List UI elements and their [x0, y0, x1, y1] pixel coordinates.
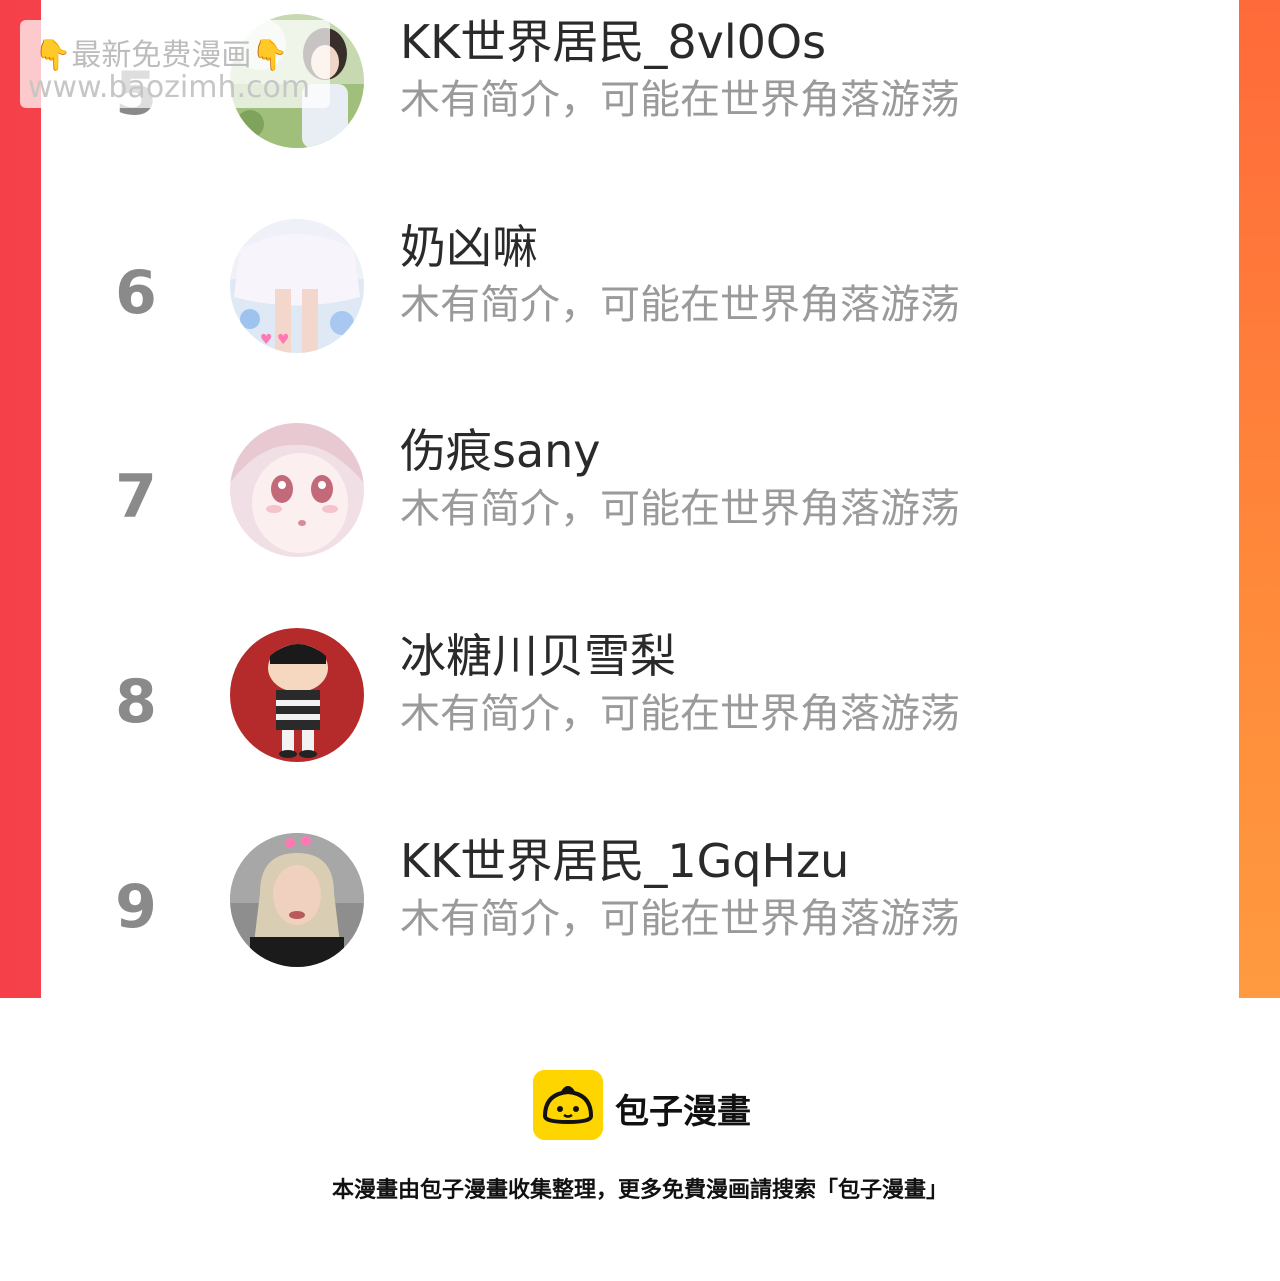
rank-number: 9	[115, 872, 157, 942]
frame-right-glow	[1238, 0, 1280, 998]
user-name[interactable]: KK世界居民_8vl0Os	[400, 12, 826, 72]
footer-note: 本漫畫由包子漫畫收集整理，更多免費漫画請搜索「包子漫畫」	[331, 1178, 948, 1203]
user-avatar[interactable]	[230, 423, 364, 557]
brand-block[interactable]: 包子漫畫	[533, 1070, 793, 1140]
user-avatar[interactable]: ♥ ♥	[230, 219, 364, 353]
rank-number: 7	[115, 462, 157, 532]
user-name[interactable]: 伤痕sany	[400, 421, 601, 481]
ranking-row[interactable]: 8 冰糖川贝雪梨 木有简介，可能在世界角落游荡	[41, 628, 1239, 778]
user-name[interactable]: 奶凶嘛	[400, 217, 538, 277]
user-bio: 木有简介，可能在世界角落游荡	[400, 77, 960, 123]
user-name[interactable]: KK世界居民_1GqHzu	[400, 831, 849, 891]
watermark-title: 👇最新免费漫画👇	[34, 30, 289, 74]
ranking-row[interactable]: 7 伤痕sany 木有简介，可能在世界角落游荡	[41, 423, 1239, 573]
pointing-down-icon: 👇	[34, 38, 72, 73]
user-bio: 木有简介，可能在世界角落游荡	[400, 282, 960, 328]
watermark-text: 最新免费漫画	[71, 38, 252, 73]
user-avatar[interactable]	[230, 628, 364, 762]
user-name[interactable]: 冰糖川贝雪梨	[400, 626, 676, 686]
svg-text:♥ ♥: ♥ ♥	[260, 332, 290, 348]
site-watermark: 👇最新免费漫画👇 www.baozimh.com	[20, 20, 330, 108]
brand-name: 包子漫畫	[615, 1092, 751, 1132]
user-avatar[interactable]	[230, 833, 364, 967]
user-bio: 木有简介，可能在世界角落游荡	[400, 486, 960, 532]
user-bio: 木有简介，可能在世界角落游荡	[400, 896, 960, 942]
ranking-row[interactable]: 6 ♥ ♥ 奶凶嘛 木有简介，可能在世界角落游荡	[41, 219, 1239, 369]
bun-logo-icon	[533, 1070, 603, 1140]
pointing-down-icon: 👇	[251, 38, 289, 73]
ranking-row[interactable]: 9 KK世界居民_1GqHzu 木有简介，可能在世界角落游荡	[41, 833, 1239, 983]
watermark-url: www.baozimh.com	[28, 70, 311, 105]
rank-number: 8	[115, 667, 157, 737]
rank-number: 6	[115, 258, 157, 328]
user-bio: 木有简介，可能在世界角落游荡	[400, 691, 960, 737]
